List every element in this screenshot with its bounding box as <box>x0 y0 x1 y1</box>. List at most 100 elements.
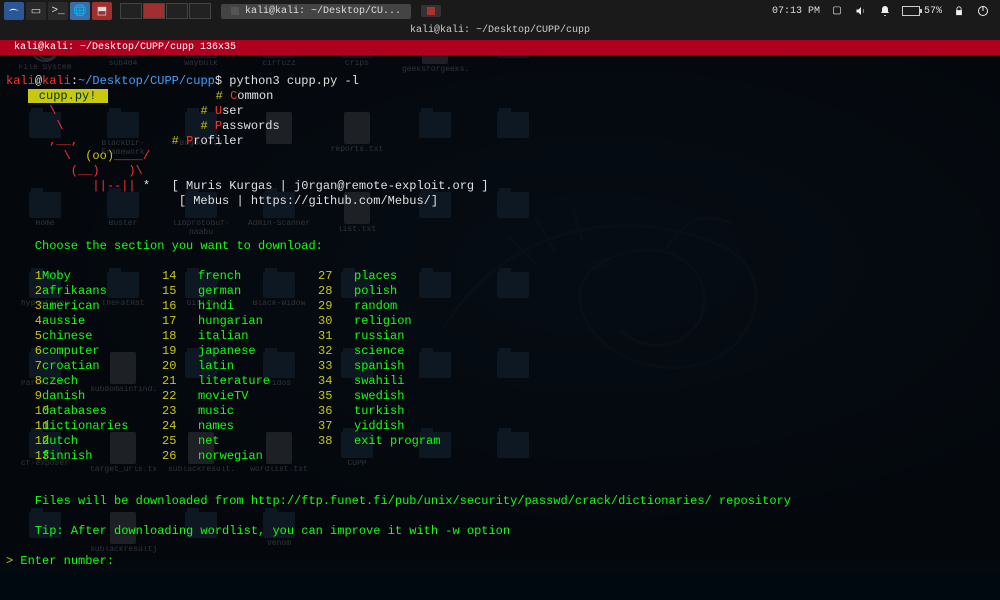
author-line-1c: remote-exploit.org ] <box>344 179 488 193</box>
menu-row: 3american16hindi29random <box>6 299 994 314</box>
ascii-art <box>6 134 49 148</box>
menu-number: 27 <box>318 269 354 284</box>
menu-number: 33 <box>318 359 354 374</box>
menu-item: Moby <box>42 269 162 284</box>
menu-number: 24 <box>162 419 198 434</box>
app-icon[interactable]: ⬒ <box>92 2 112 20</box>
menu-item: swahili <box>354 374 494 389</box>
menu-item: computer <box>42 344 162 359</box>
taskbar-task-terminal[interactable]: kali@kali: ~/Desktop/CU... <box>221 4 411 19</box>
ascii-art: \ <box>49 104 63 118</box>
menu-number: 4 <box>6 314 42 329</box>
taskbar-task-recorder[interactable] <box>421 5 441 17</box>
battery-pct: 57% <box>924 6 942 17</box>
menu-item: aussie <box>42 314 162 329</box>
menu-number: 23 <box>162 404 198 419</box>
menu-item: czech <box>42 374 162 389</box>
menu-item: hungarian <box>198 314 318 329</box>
menu-number: 36 <box>318 404 354 419</box>
ascii-art: (__) )\ <box>6 164 157 178</box>
terminal-launcher-icon[interactable]: >_ <box>48 2 68 20</box>
power-icon[interactable] <box>976 4 990 18</box>
cupp-banner-label: cupp.py! <box>28 89 108 103</box>
banner-passwords: asswords <box>222 119 280 133</box>
menu-number: 16 <box>162 299 198 314</box>
workspace-2[interactable] <box>143 3 165 19</box>
menu-number: 37 <box>318 419 354 434</box>
browser-icon[interactable]: 🌐 <box>70 2 90 20</box>
workspace-switcher[interactable] <box>120 3 211 19</box>
menu-row: 10databases23music36turkish <box>6 404 994 419</box>
menu-row: 4aussie17hungarian30religion <box>6 314 994 329</box>
input-prompt-text: Enter number: <box>13 554 114 568</box>
menu-item: turkish <box>354 404 494 419</box>
menu-number: 15 <box>162 284 198 299</box>
menu-number: 17 <box>162 314 198 329</box>
battery-icon <box>902 6 920 16</box>
terminal-window: kali@kali: ~/Desktop/CUPP/cupp kali@kali… <box>0 22 1000 562</box>
display-icon[interactable]: ▢ <box>830 4 844 18</box>
workspace-3[interactable] <box>166 3 188 19</box>
menu-number: 34 <box>318 374 354 389</box>
menu-number: 29 <box>318 299 354 314</box>
menu-row: 5chinese18italian31russian <box>6 329 994 344</box>
menu-item: spanish <box>354 359 494 374</box>
workspace-1[interactable] <box>120 3 142 19</box>
menu-item: religion <box>354 314 494 329</box>
menu-number: 19 <box>162 344 198 359</box>
workspace-4[interactable] <box>189 3 211 19</box>
ascii-art: \ <box>56 119 78 133</box>
lock-icon[interactable] <box>952 4 966 18</box>
menu-item: literature <box>198 374 318 389</box>
menu-item: italian <box>198 329 318 344</box>
menu-item: chinese <box>42 329 162 344</box>
prompt-path: ~/Desktop/CUPP/cupp <box>78 74 215 88</box>
hash-icon: # <box>172 134 179 148</box>
menu-number: 13 <box>6 449 42 464</box>
menu-item: american <box>42 299 162 314</box>
ascii-art: ||--|| <box>6 179 143 193</box>
menu-item: yiddish <box>354 419 494 434</box>
menu-item: net <box>198 434 318 449</box>
ascii-star: * <box>143 179 157 193</box>
menu-number: 35 <box>318 389 354 404</box>
menu-number: 22 <box>162 389 198 404</box>
terminal-titlebar[interactable]: kali@kali: ~/Desktop/CUPP/cupp <box>0 22 1000 40</box>
menu-item: german <box>198 284 318 299</box>
menu-item: databases <box>42 404 162 419</box>
menu-item <box>354 449 494 464</box>
prompt-host: kali <box>42 74 71 88</box>
prompt-at: @ <box>35 74 42 88</box>
menu-item: polish <box>354 284 494 299</box>
clock[interactable]: 07:13 PM <box>772 6 820 17</box>
terminal-tab[interactable]: kali@kali: ~/Desktop/CUPP/cupp 136x35 <box>0 40 250 55</box>
menu-row: 8czech21literature34swahili <box>6 374 994 389</box>
volume-icon[interactable] <box>854 4 868 18</box>
battery-indicator[interactable]: 57% <box>902 6 942 17</box>
notifications-icon[interactable] <box>878 4 892 18</box>
kali-menu-icon[interactable] <box>4 2 24 20</box>
menu-item: dictionaries <box>42 419 162 434</box>
menu-number: 11 <box>6 419 42 434</box>
menu-number: 38 <box>318 434 354 449</box>
taskbar-left: ▭ >_ 🌐 ⬒ kali@kali: ~/Desktop/CU... <box>4 2 441 20</box>
menu-number: 26 <box>162 449 198 464</box>
menu-item: croatian <box>42 359 162 374</box>
menu-item: dutch <box>42 434 162 449</box>
menu-number: 20 <box>162 359 198 374</box>
footer-tip: Tip: After downloading wordlist, you can… <box>6 524 510 538</box>
menu-item: norwegian <box>198 449 318 464</box>
terminal-body[interactable]: kali@kali:~/Desktop/CUPP/cupp$ python3 c… <box>0 55 1000 573</box>
menu-number: 12 <box>6 434 42 449</box>
menu-number: 21 <box>162 374 198 389</box>
ascii-art: \ <box>64 149 78 163</box>
files-icon[interactable]: ▭ <box>26 2 46 20</box>
menu-number: 6 <box>6 344 42 359</box>
ascii-art: ,__, <box>49 134 78 148</box>
menu-number: 2 <box>6 284 42 299</box>
menu-number: 1 <box>6 269 42 284</box>
task-window-icon <box>231 7 239 15</box>
menu-number: 5 <box>6 329 42 344</box>
hash-icon: # <box>200 119 207 133</box>
banner-user: ser <box>222 104 244 118</box>
